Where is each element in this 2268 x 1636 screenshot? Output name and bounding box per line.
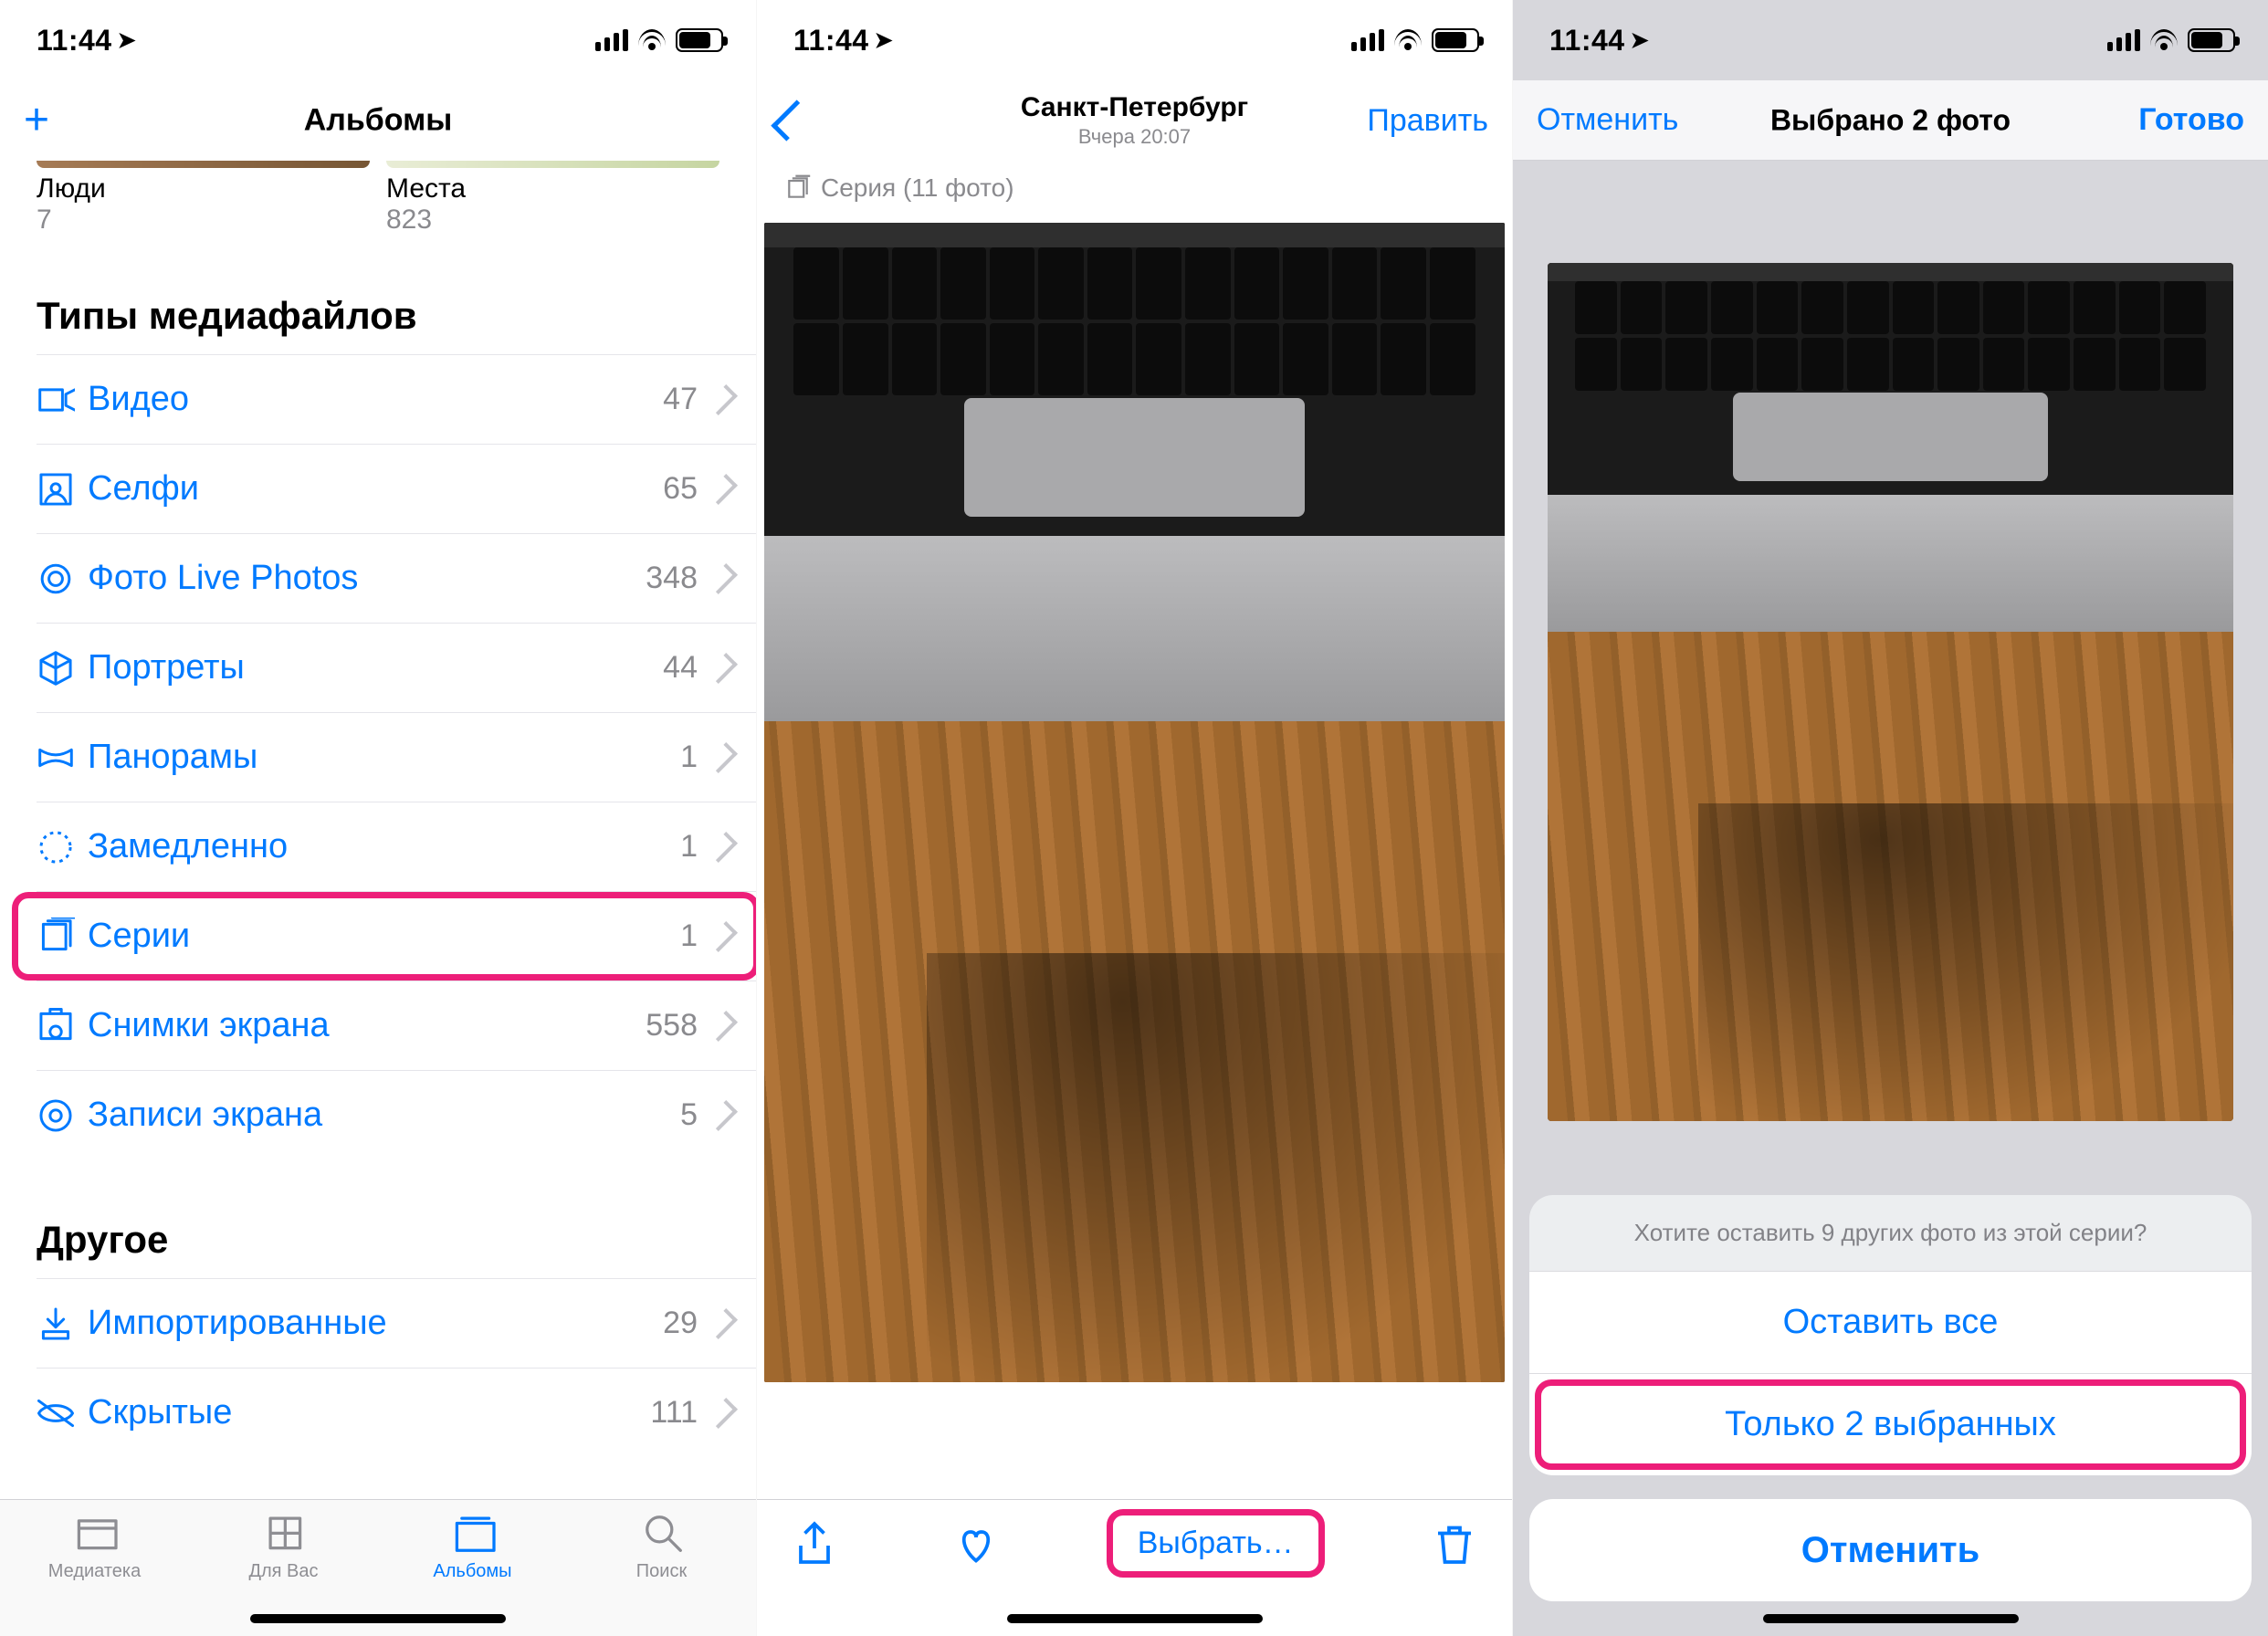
burst-icon <box>784 174 812 202</box>
chevron-right-icon <box>707 1011 738 1042</box>
chevron-right-icon <box>707 474 738 505</box>
library-icon <box>71 1511 119 1557</box>
hidden-icon <box>37 1394 88 1432</box>
media-item-import[interactable]: Импортированные 29 <box>37 1278 756 1368</box>
wifi-icon <box>637 29 667 51</box>
media-item-livephoto[interactable]: Фото Live Photos 348 <box>37 533 756 623</box>
import-icon <box>37 1305 88 1343</box>
tab-search[interactable]: Поиск <box>567 1511 756 1636</box>
toolbar: Выбрать… <box>757 1499 1512 1636</box>
livephoto-icon <box>37 560 88 598</box>
record-icon <box>37 1096 88 1135</box>
nav-subtitle: Вчера 20:07 <box>1021 125 1248 149</box>
chevron-right-icon <box>707 742 738 773</box>
add-button[interactable]: + <box>24 99 49 142</box>
tab-bar: МедиатекаДля ВасАльбомыПоиск <box>0 1499 756 1636</box>
video-icon <box>37 381 88 419</box>
selfie-icon <box>37 470 88 509</box>
section-media-types: Типы медиафайлов <box>0 236 756 354</box>
media-item-burst[interactable]: Серии 1 <box>37 891 756 981</box>
media-item-pano[interactable]: Панорамы 1 <box>37 712 756 802</box>
tab-library[interactable]: Медиатека <box>0 1511 189 1636</box>
albums-icon <box>449 1511 497 1557</box>
nav-title: Выбрано 2 фото <box>1770 103 2011 137</box>
media-item-selfie[interactable]: Селфи 65 <box>37 444 756 533</box>
chevron-right-icon <box>707 1100 738 1131</box>
media-item-cube[interactable]: Портреты 44 <box>37 623 756 712</box>
burst-indicator: Серия (11 фото) <box>757 161 1512 223</box>
edit-button[interactable]: Править <box>1367 103 1488 139</box>
home-indicator[interactable] <box>1763 1614 2019 1623</box>
phone-burst-view: 11:44➤ Санкт-Петербург Вчера 20:07 Прави… <box>756 0 1512 1636</box>
keep-selected-button[interactable]: Только 2 выбранных <box>1529 1373 2252 1475</box>
location-icon: ➤ <box>118 27 137 54</box>
nav-title: Санкт-Петербург <box>1021 92 1248 123</box>
chevron-right-icon <box>707 563 738 594</box>
nav-title: Альбомы <box>304 103 453 139</box>
album-places[interactable]: Места 823 <box>386 161 719 236</box>
battery-icon <box>676 28 723 52</box>
chevron-right-icon <box>707 832 738 863</box>
chevron-right-icon <box>707 1398 738 1429</box>
slomo-icon <box>37 828 88 866</box>
section-other: Другое <box>0 1159 756 1278</box>
chevron-right-icon <box>707 653 738 684</box>
chevron-right-icon <box>707 384 738 415</box>
nav-bar: + Альбомы <box>0 80 756 161</box>
phone-action-sheet: 11:44➤ Отменить Выбрано 2 фото Готово Хо… <box>1512 0 2268 1636</box>
status-bar: 11:44➤ <box>1513 0 2268 80</box>
sheet-question: Хотите оставить 9 других фото из этой се… <box>1529 1195 2252 1271</box>
signal-icon <box>595 29 628 51</box>
media-item-screenshot[interactable]: Снимки экрана 558 <box>37 981 756 1070</box>
cube-icon <box>37 649 88 687</box>
chevron-right-icon <box>707 921 738 952</box>
select-button[interactable]: Выбрать… <box>1114 1518 1318 1568</box>
album-people[interactable]: Люди 7 <box>37 161 370 236</box>
done-button[interactable]: Готово <box>2138 102 2244 138</box>
home-indicator[interactable] <box>1007 1614 1263 1623</box>
sheet-cancel-button[interactable]: Отменить <box>1529 1499 2252 1601</box>
nav-bar: Отменить Выбрано 2 фото Готово <box>1513 80 2268 161</box>
cancel-top-button[interactable]: Отменить <box>1537 102 1678 138</box>
keep-all-button[interactable]: Оставить все <box>1529 1271 2252 1373</box>
media-item-slomo[interactable]: Замедленно 1 <box>37 802 756 891</box>
search-icon <box>638 1511 686 1557</box>
screenshot-icon <box>37 1007 88 1045</box>
status-bar: 11:44➤ <box>757 0 1512 80</box>
pano-icon <box>37 739 88 777</box>
back-button[interactable] <box>781 102 803 139</box>
share-button[interactable] <box>790 1518 839 1572</box>
action-sheet: Хотите оставить 9 других фото из этой се… <box>1529 1195 2252 1475</box>
media-item-record[interactable]: Записи экрана 5 <box>37 1070 756 1159</box>
burst-icon <box>37 918 88 956</box>
chevron-left-icon <box>771 100 812 141</box>
favorite-button[interactable] <box>951 1518 1001 1572</box>
nav-bar: Санкт-Петербург Вчера 20:07 Править <box>757 80 1512 161</box>
trash-button[interactable] <box>1430 1518 1479 1572</box>
selected-photo <box>1548 263 2233 1121</box>
media-item-hidden[interactable]: Скрытые 111 <box>37 1368 756 1457</box>
foryou-icon <box>260 1511 308 1557</box>
phone-albums: 11:44➤ + Альбомы Люди 7 Места 823 Типы м… <box>0 0 756 1636</box>
home-indicator[interactable] <box>250 1614 506 1623</box>
burst-photo[interactable] <box>764 223 1505 1382</box>
media-item-video[interactable]: Видео 47 <box>37 354 756 444</box>
chevron-right-icon <box>707 1308 738 1339</box>
status-bar: 11:44➤ <box>0 0 756 80</box>
